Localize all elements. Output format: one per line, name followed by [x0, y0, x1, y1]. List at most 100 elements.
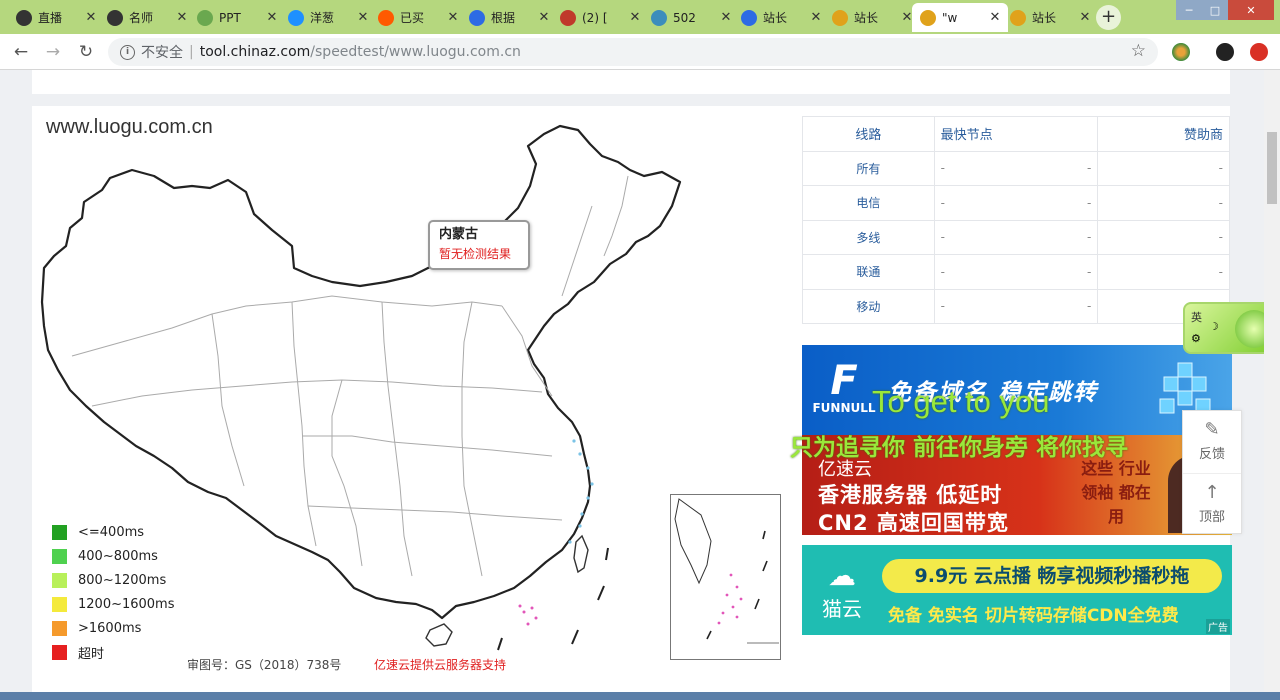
browser-tab[interactable]: 502 ✕ [643, 3, 739, 32]
tab-label: 站长 [763, 11, 788, 25]
tab-label: 502 [673, 10, 696, 25]
header-line[interactable]: 线路 [802, 116, 935, 152]
arrow-up-icon: ↑ [1204, 482, 1220, 503]
info-icon[interactable]: i [120, 44, 135, 60]
tab-close-icon[interactable]: ✕ [537, 10, 551, 25]
table-row: 联通 - - - [802, 254, 1230, 290]
address-bar[interactable]: i 不安全 | tool.chinaz.com /speedtest/www.l… [108, 38, 1158, 66]
legend-swatch [52, 548, 67, 564]
tab-close-icon[interactable]: ✕ [265, 10, 279, 25]
fastest-node-value: - [940, 195, 946, 210]
header-sponsor[interactable]: 赞助商 [1097, 116, 1230, 152]
table-row: 多线 - - - [802, 219, 1230, 255]
close-window-button[interactable]: ✕ [1228, 0, 1274, 20]
page-viewport: www.luogu.com.cn 内蒙古 暂无检测结果 <=400ms 400~… [0, 70, 1264, 692]
back-to-top-button[interactable]: ↑ 顶部 [1183, 473, 1241, 535]
browser-tab[interactable]: 站长 ✕ [824, 3, 920, 32]
reload-icon[interactable]: ↻ [75, 41, 97, 63]
fastest-node-value: - [940, 299, 946, 314]
browser-tab[interactable]: 直播 ✕ [8, 3, 104, 32]
legend-item: 1200~1600ms [52, 592, 175, 616]
settings-gear-icon[interactable]: ⚙ [1191, 332, 1201, 345]
maoyun-ad-banner[interactable]: ☁ 猫云 9.9元 云点播 畅享视频秒播秒拖 免备 免实名 切片转码存储CDN全… [802, 545, 1232, 635]
update-icon[interactable] [1250, 43, 1268, 61]
ppt-site-icon [197, 9, 213, 26]
hainan-island[interactable] [425, 623, 453, 647]
tab-label: 洋葱 [310, 11, 335, 25]
tab-close-icon[interactable]: ✕ [809, 10, 823, 25]
moon-icon: ☽ [1209, 320, 1219, 333]
globe-icon [16, 9, 32, 26]
tab-label: "w [942, 10, 958, 25]
browser-tab[interactable]: 根据 ✕ [461, 3, 557, 32]
legend-label: >1600ms [78, 620, 142, 636]
legend-label: <=400ms [78, 524, 145, 540]
browser-tab[interactable]: 洋葱 ✕ [280, 3, 376, 32]
map-approval-number: 审图号：GS（2018）738号 [187, 658, 342, 672]
maoyun-logo: ☁ 猫云 [822, 559, 862, 621]
header-fastest-node[interactable]: 最快节点 [933, 116, 1099, 152]
browser-tab[interactable]: "w ✕ [912, 3, 1008, 32]
fastest-node-cell: -- [933, 254, 1099, 290]
yisu-side-text: 这些 行业领袖 都在用 [1081, 459, 1151, 526]
fastest-node-time: - [1086, 195, 1092, 210]
tab-close-icon[interactable]: ✕ [719, 10, 733, 25]
back-icon[interactable]: ← [10, 41, 32, 63]
table-row: 移动--- [802, 288, 1230, 324]
legend-label: 超时 [78, 646, 105, 662]
chinaz-icon [1010, 9, 1026, 26]
tab-close-icon[interactable]: ✕ [446, 10, 460, 25]
browser-tab[interactable]: (2) [✕ [552, 3, 648, 32]
browser-tab[interactable]: 名师 ✕ [99, 3, 195, 32]
forward-icon[interactable]: → [42, 41, 64, 63]
maximize-button[interactable]: □ [1202, 0, 1228, 20]
sponsor-cell: - [1097, 150, 1230, 186]
security-label: 不安全 [141, 45, 183, 61]
fastest-node-value: - [940, 230, 946, 245]
scrollbar-thumb[interactable] [1267, 132, 1277, 204]
side-action-bar: ✎ 反馈 ↑ 顶部 [1182, 410, 1242, 534]
latency-legend: <=400ms 400~800ms 800~1200ms 1200~1600ms >16… [52, 520, 175, 664]
fastest-node-value: - [940, 264, 946, 279]
address-path: /speedtest/www.luogu.com.cn [310, 44, 521, 60]
address-separator: | [189, 44, 194, 60]
new-tab-button[interactable]: + [1096, 5, 1121, 30]
sponsor-cell: - [1097, 219, 1230, 255]
page-scrollbar[interactable] [1264, 70, 1280, 692]
tab-label: 已买 [400, 11, 425, 25]
fastest-node-time: - [1086, 299, 1092, 314]
yisu-line2: CN2 高速回国带宽 [818, 511, 1009, 535]
bookmark-star-icon[interactable]: ☆ [1131, 41, 1146, 61]
line-name-cell[interactable]: 电信 [802, 185, 935, 221]
account-icon[interactable] [1216, 43, 1234, 61]
lyric-line-1: To get to you [872, 384, 1050, 419]
minimize-button[interactable]: ─ [1176, 0, 1202, 20]
speedtest-panel: www.luogu.com.cn 内蒙古 暂无检测结果 <=400ms 400~… [32, 106, 1232, 692]
browser-tab[interactable]: PPT ✕ [189, 3, 285, 32]
line-name-cell[interactable]: 移动 [802, 288, 935, 324]
line-name-cell[interactable]: 多线 [802, 219, 935, 255]
table-header-row: 线路 最快节点 赞助商 [802, 116, 1230, 152]
maoyun-headline: 9.9元 云点播 畅享视频秒播秒拖 [882, 559, 1222, 593]
feedback-button[interactable]: ✎ 反馈 [1183, 411, 1241, 473]
tab-label: 根据 [491, 11, 516, 25]
tab-close-icon[interactable]: ✕ [628, 10, 642, 25]
tab-close-icon[interactable]: ✕ [175, 10, 189, 25]
map-sponsor-link[interactable]: 亿速云提供云服务器支持 [374, 656, 506, 673]
tooltip-region: 内蒙古 [439, 227, 479, 242]
browser-tab[interactable]: 站长 ✕ [1002, 3, 1098, 32]
tab-close-icon[interactable]: ✕ [1078, 10, 1092, 25]
taiwan-island[interactable] [573, 534, 589, 574]
line-name-cell[interactable]: 联通 [802, 254, 935, 290]
extension-icon[interactable] [1172, 43, 1190, 61]
tab-close-icon[interactable]: ✕ [356, 10, 370, 25]
browser-tab[interactable]: 已买 ✕ [370, 3, 466, 32]
tab-label: 直播 [38, 11, 63, 25]
tab-close-icon[interactable]: ✕ [84, 10, 98, 25]
tab-close-icon[interactable]: ✕ [988, 10, 1002, 25]
tab-label: PPT [219, 10, 241, 25]
line-name-cell[interactable]: 所有 [802, 150, 935, 186]
browser-tab[interactable]: 站长 ✕ [733, 3, 829, 32]
fastest-node-value: - [940, 161, 946, 176]
ad-tag: 广告 [1206, 619, 1230, 634]
